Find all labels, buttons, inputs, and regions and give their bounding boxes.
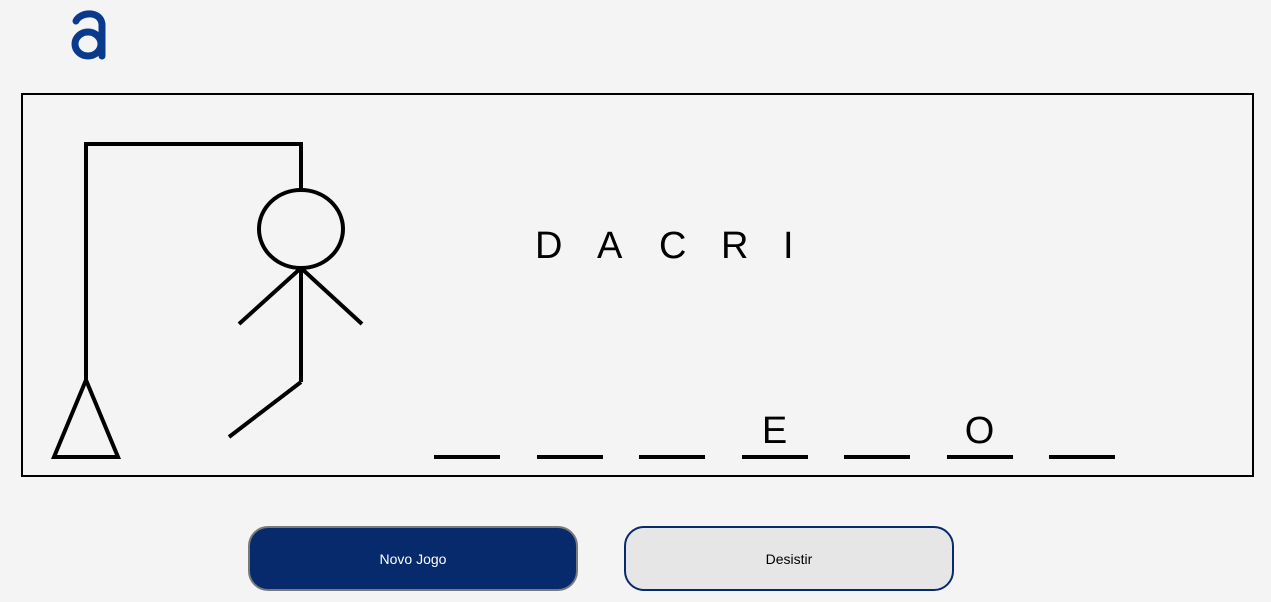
slot-underline: [946, 455, 1013, 459]
letter-slot: E: [741, 407, 808, 459]
wrong-letter: C: [659, 225, 687, 267]
letter-slot: O: [946, 407, 1013, 459]
hangman-right-arm: [299, 266, 364, 326]
letter-slot: [844, 407, 910, 459]
wrong-letter: R: [721, 225, 749, 267]
hangman-head: [257, 188, 345, 270]
new-game-button[interactable]: Novo Jogo: [248, 526, 578, 591]
hangman-left-arm: [237, 266, 303, 326]
letter-slot: [536, 407, 603, 459]
game-board: D A C R I E O: [21, 93, 1254, 477]
slot-letter: O: [964, 410, 995, 452]
slot-underline: [536, 455, 603, 459]
letter-slot: [434, 407, 500, 459]
wrong-letter: I: [783, 225, 794, 267]
gallows-base: [51, 374, 121, 459]
wrong-letter: A: [597, 225, 623, 267]
word-slots: E O: [434, 407, 1152, 459]
slot-underline: [1049, 455, 1115, 459]
wrong-letter: D: [535, 225, 563, 267]
slot-underline: [434, 455, 500, 459]
letter-slot: [1049, 407, 1115, 459]
slot-underline: [844, 455, 910, 459]
letter-slot: [639, 407, 705, 459]
slot-letter: E: [761, 410, 788, 452]
logo-icon: [64, 6, 116, 64]
slot-underline: [639, 455, 705, 459]
give-up-button[interactable]: Desistir: [624, 526, 954, 591]
hangman-left-leg: [227, 380, 303, 439]
slot-underline: [741, 455, 808, 459]
wrong-letters: D A C R I: [535, 221, 845, 271]
